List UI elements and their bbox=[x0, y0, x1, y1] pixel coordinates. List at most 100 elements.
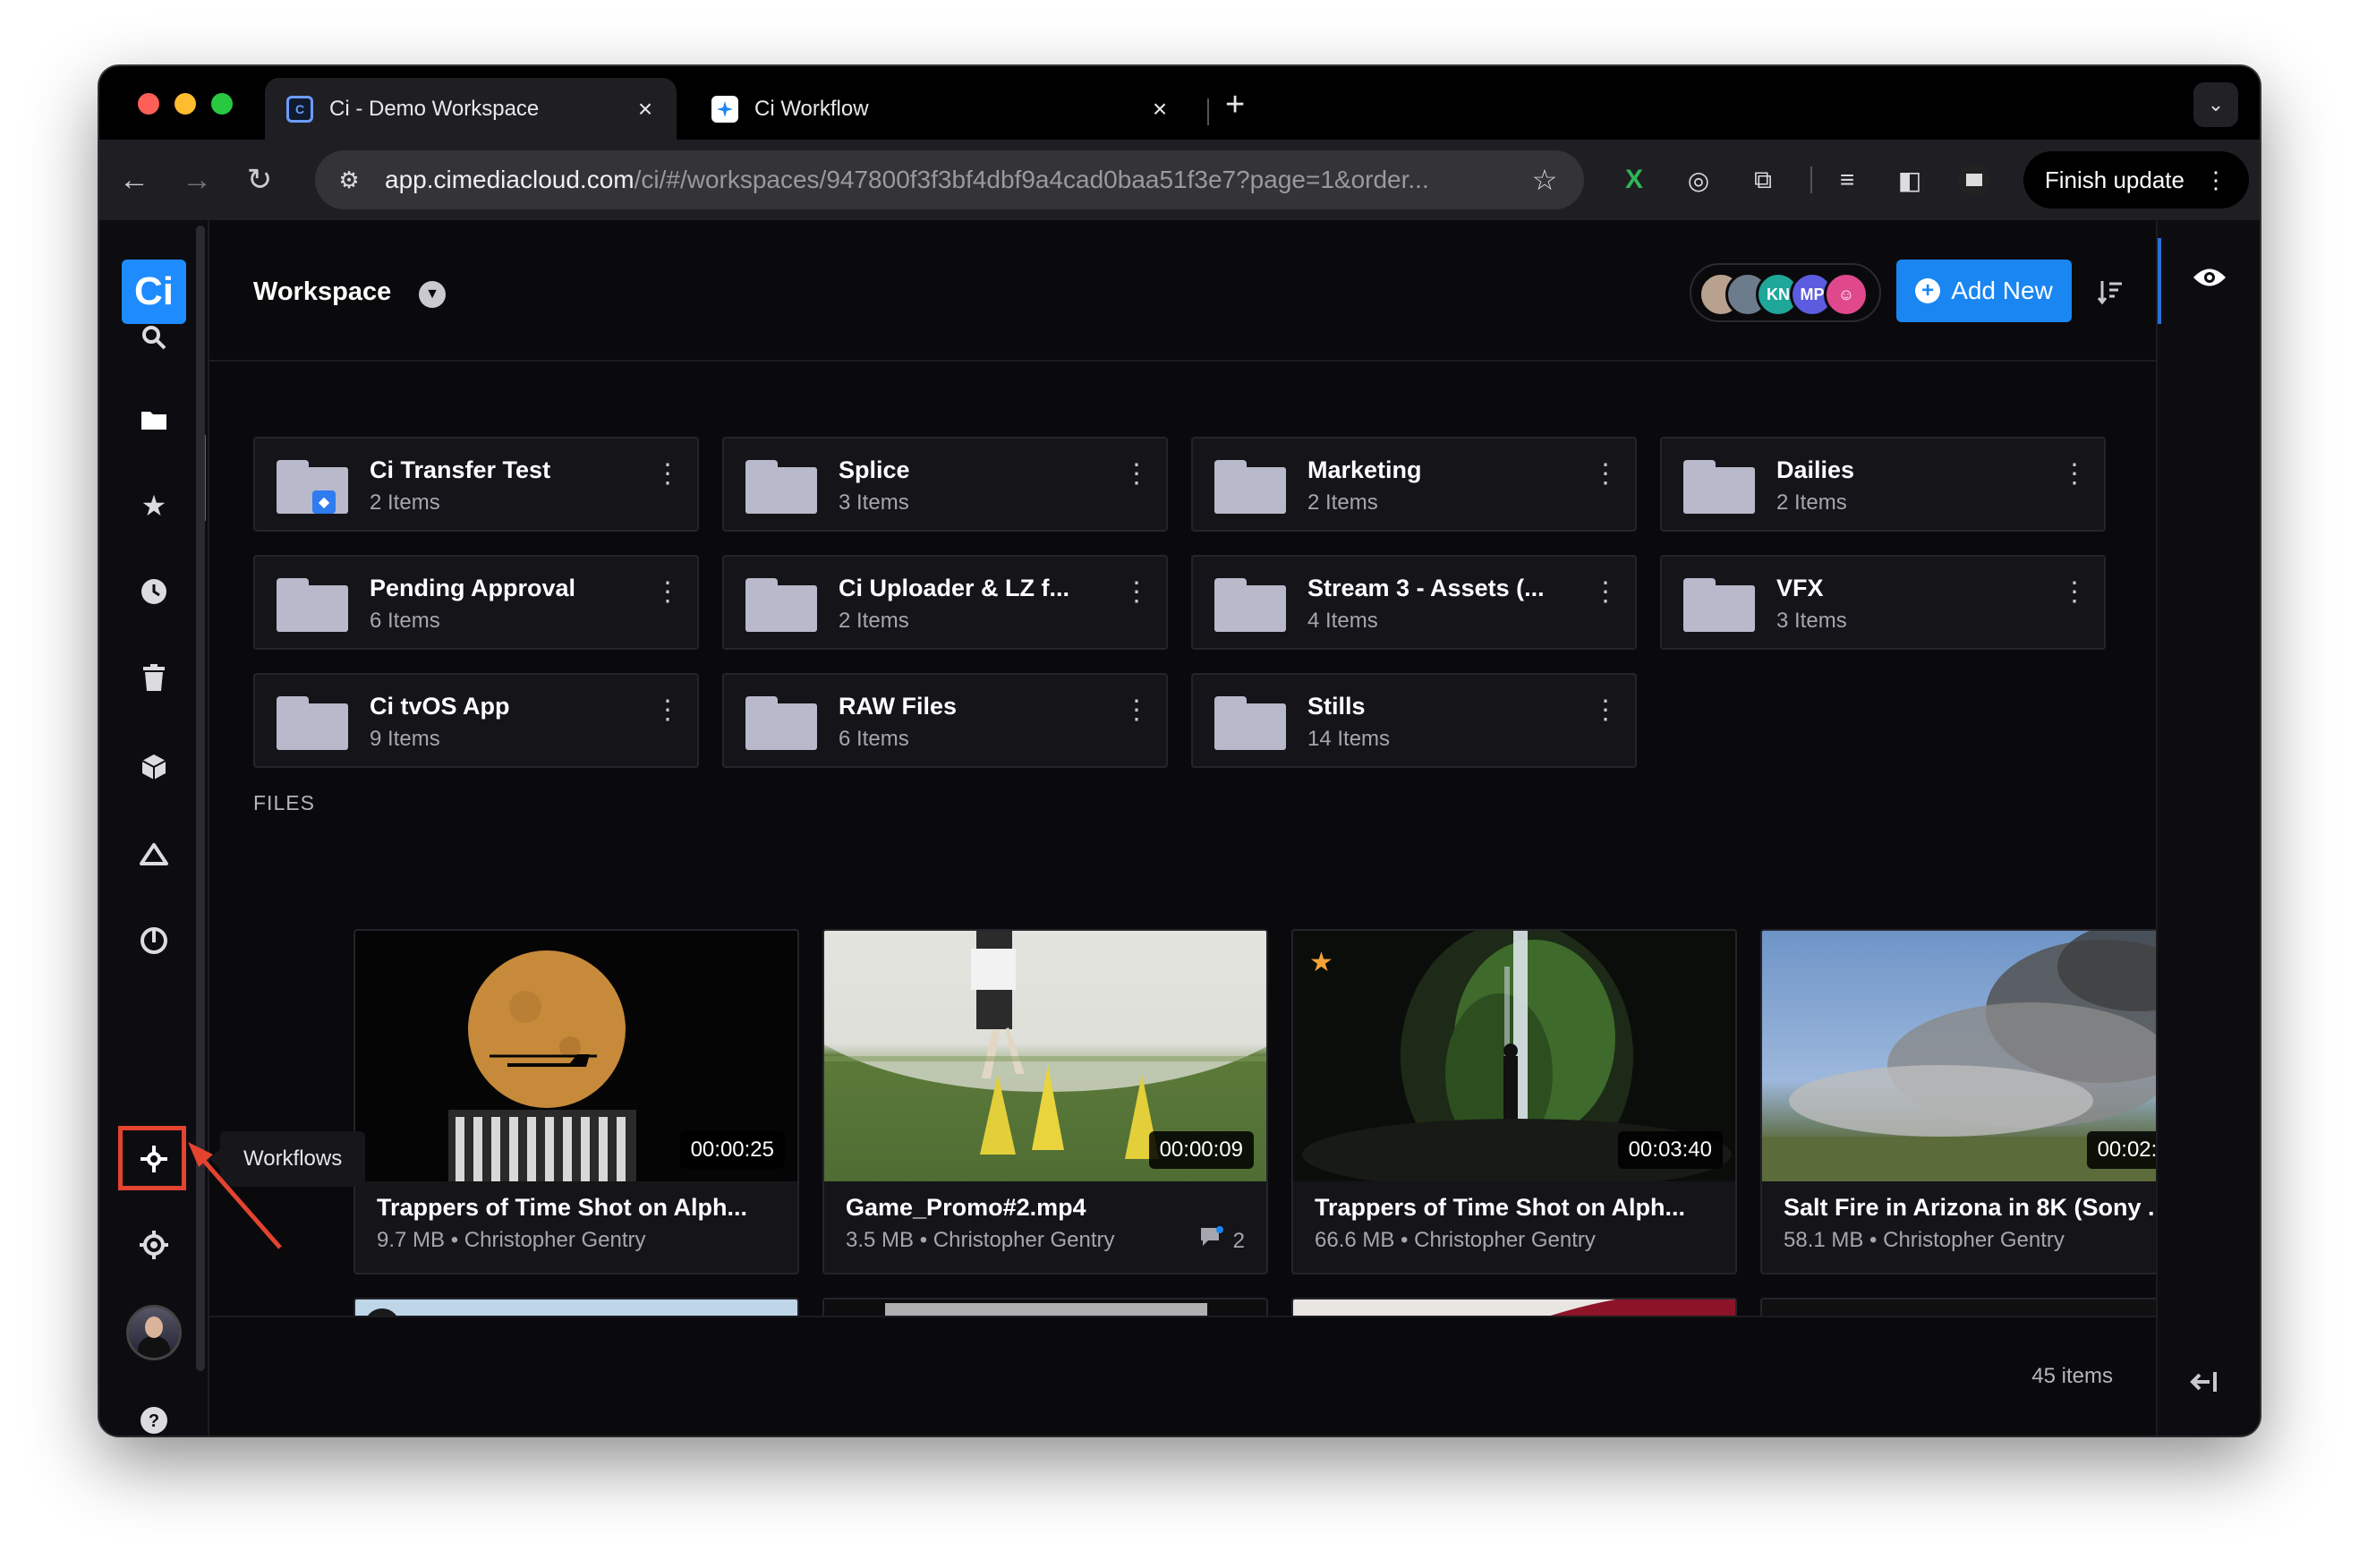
tab-ci-workflow[interactable]: Ci Workflow × bbox=[690, 78, 1191, 141]
crosshair-icon[interactable] bbox=[128, 1219, 180, 1271]
close-tab-icon[interactable]: × bbox=[632, 95, 659, 124]
cloud-icon[interactable] bbox=[128, 829, 180, 881]
more-vertical-icon[interactable]: ⋮ bbox=[654, 461, 681, 488]
close-tab-icon[interactable]: × bbox=[1146, 95, 1173, 124]
file-thumbnail: ★ 00:03:40 bbox=[1293, 931, 1735, 1181]
more-vertical-icon[interactable]: ⋮ bbox=[1123, 579, 1150, 606]
plus-icon: + bbox=[1915, 278, 1941, 303]
folder-card[interactable]: Ci tvOS App 9 Items ⋮ bbox=[253, 673, 699, 768]
url-text[interactable]: app.cimediacloud.com/ci/#/workspaces/947… bbox=[385, 166, 1527, 194]
folder-icon bbox=[1683, 578, 1755, 632]
file-card[interactable]: 00:00:25 Trappers of Time Shot on Alph..… bbox=[353, 929, 799, 1274]
grammar-extension-icon[interactable]: ◎ bbox=[1678, 159, 1719, 200]
more-vertical-icon[interactable]: ⋮ bbox=[1592, 579, 1619, 606]
new-tab-icon[interactable]: + bbox=[1225, 88, 1245, 122]
folder-name: Ci Transfer Test bbox=[370, 456, 551, 483]
folder-icon bbox=[1214, 460, 1286, 514]
folder-name: Stream 3 - Assets (... bbox=[1307, 575, 1545, 601]
clock-icon[interactable] bbox=[128, 566, 180, 618]
eye-icon[interactable] bbox=[2192, 260, 2227, 295]
ci-app: Ci ★ ? Workspace ▼ KN MP ☺ + Add New ◆ C… bbox=[99, 220, 2260, 1436]
folder-icon bbox=[1214, 696, 1286, 750]
content-footer: 45 items bbox=[209, 1316, 2156, 1436]
folder-card[interactable]: Marketing 2 Items ⋮ bbox=[1191, 437, 1637, 532]
search-icon[interactable] bbox=[128, 311, 180, 363]
file-card[interactable]: 00:02:33 Salt Fire in Arizona in 8K (Son… bbox=[1760, 929, 2206, 1274]
more-vertical-icon[interactable]: ⋮ bbox=[1592, 697, 1619, 724]
chevron-down-icon[interactable]: ▼ bbox=[419, 281, 446, 308]
tab-search-chevron-icon[interactable]: ⌄ bbox=[2193, 82, 2238, 127]
folder-card[interactable]: ◆ Ci Transfer Test 2 Items ⋮ bbox=[253, 437, 699, 532]
more-vertical-icon[interactable]: ⋮ bbox=[654, 579, 681, 606]
extensions-puzzle-icon[interactable]: ⧉ bbox=[1742, 159, 1784, 200]
address-bar[interactable]: ⚙ app.cimediacloud.com/ci/#/workspaces/9… bbox=[315, 150, 1584, 209]
workflows-tooltip: Workflows bbox=[209, 1131, 366, 1187]
minimize-window-button[interactable] bbox=[175, 93, 196, 115]
member-avatars[interactable]: KN MP ☺ bbox=[1690, 263, 1881, 322]
star-icon[interactable]: ★ bbox=[1309, 947, 1333, 978]
folder-card[interactable]: Stream 3 - Assets (... 4 Items ⋮ bbox=[1191, 555, 1637, 650]
add-new-label: Add New bbox=[1951, 277, 2053, 304]
help-icon[interactable]: ? bbox=[128, 1394, 180, 1436]
media-controls-icon[interactable]: ≡ bbox=[1827, 159, 1868, 200]
tab-ci-demo-workspace[interactable]: C Ci - Demo Workspace × bbox=[265, 78, 677, 141]
power-icon[interactable] bbox=[128, 915, 180, 967]
maximize-window-button[interactable] bbox=[211, 93, 233, 115]
sort-icon[interactable] bbox=[2092, 274, 2128, 310]
file-card[interactable]: 00:00:09 Game_Promo#2.mp4 3.5 MB • Chris… bbox=[822, 929, 1268, 1274]
browser-toolbar: ← → ↻ ⚙ app.cimediacloud.com/ci/#/worksp… bbox=[99, 140, 2260, 220]
file-card[interactable]: ★ 00:03:40 Trappers of Time Shot on Alph… bbox=[1291, 929, 1737, 1274]
profile-avatar-icon[interactable] bbox=[1954, 159, 1995, 200]
file-meta: 58.1 MB • Christopher Gentry bbox=[1784, 1228, 2065, 1252]
add-new-button[interactable]: + Add New bbox=[1896, 260, 2072, 322]
site-settings-icon[interactable]: ⚙ bbox=[331, 162, 367, 198]
reload-icon[interactable]: ↻ bbox=[237, 158, 282, 202]
cube-badge-icon: ◆ bbox=[312, 490, 336, 514]
avatar[interactable] bbox=[126, 1305, 182, 1360]
duration-badge: 00:00:09 bbox=[1148, 1131, 1254, 1169]
more-vertical-icon[interactable]: ⋮ bbox=[1123, 697, 1150, 724]
folder-name: Splice bbox=[839, 456, 910, 483]
close-window-button[interactable] bbox=[138, 93, 159, 115]
more-vertical-icon[interactable]: ⋮ bbox=[2061, 579, 2088, 606]
folder-count: 14 Items bbox=[1307, 727, 1391, 751]
finish-update-button[interactable]: Finish update ⋮ bbox=[2023, 151, 2249, 209]
comment-count-label: 2 bbox=[1232, 1228, 1245, 1253]
cube-icon[interactable] bbox=[128, 741, 180, 793]
excel-extension-icon[interactable]: X bbox=[1614, 159, 1655, 200]
trash-icon[interactable] bbox=[128, 652, 180, 703]
folder-card[interactable]: Splice 3 Items ⋮ bbox=[722, 437, 1168, 532]
forward-arrow-icon[interactable]: → bbox=[175, 158, 219, 202]
file-name: Trappers of Time Shot on Alph... bbox=[1315, 1194, 1686, 1221]
right-panel bbox=[2156, 220, 2260, 1436]
more-vertical-icon[interactable]: ⋮ bbox=[2061, 461, 2088, 488]
folder-card[interactable]: Ci Uploader & LZ f... 2 Items ⋮ bbox=[722, 555, 1168, 650]
more-vertical-icon[interactable]: ⋮ bbox=[1123, 461, 1150, 488]
folder-card[interactable]: Stills 14 Items ⋮ bbox=[1191, 673, 1637, 768]
duration-badge: 00:03:40 bbox=[1617, 1131, 1723, 1169]
more-vertical-icon[interactable]: ⋮ bbox=[1592, 461, 1619, 488]
folder-count: 2 Items bbox=[1776, 490, 1847, 515]
svg-text:?: ? bbox=[149, 1411, 159, 1431]
file-meta: 66.6 MB • Christopher Gentry bbox=[1315, 1228, 1596, 1252]
ci-favicon-icon: C bbox=[286, 96, 313, 123]
side-panel-icon[interactable]: ◧ bbox=[1889, 159, 1930, 200]
folder-icon[interactable] bbox=[128, 394, 180, 446]
more-vertical-icon[interactable]: ⋮ bbox=[654, 697, 681, 724]
bookmark-star-icon[interactable]: ☆ bbox=[1527, 163, 1563, 197]
folder-card[interactable]: Dailies 2 Items ⋮ bbox=[1660, 437, 2106, 532]
workspace-header: Workspace ▼ KN MP ☺ + Add New bbox=[209, 220, 2187, 362]
folder-card[interactable]: VFX 3 Items ⋮ bbox=[1660, 555, 2106, 650]
folder-card[interactable]: Pending Approval 6 Items ⋮ bbox=[253, 555, 699, 650]
collapse-panel-icon[interactable] bbox=[2190, 1368, 2218, 1401]
folder-icon bbox=[1214, 578, 1286, 632]
panel-active-indicator bbox=[2158, 238, 2161, 324]
folder-name: Dailies bbox=[1776, 456, 1855, 483]
sidebar-scrollbar[interactable] bbox=[196, 226, 205, 1371]
folder-count: 3 Items bbox=[1776, 609, 1847, 633]
comments-count[interactable]: 2 bbox=[1199, 1226, 1245, 1256]
folder-card[interactable]: RAW Files 6 Items ⋮ bbox=[722, 673, 1168, 768]
back-arrow-icon[interactable]: ← bbox=[112, 158, 157, 202]
star-icon[interactable]: ★ bbox=[128, 480, 180, 532]
finish-update-label: Finish update bbox=[2044, 166, 2184, 193]
